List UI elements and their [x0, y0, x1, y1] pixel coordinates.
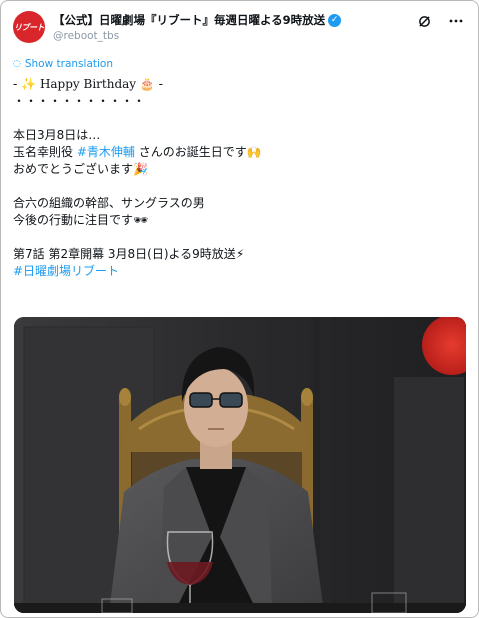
tweet-text: - ✨ Happy Birthday 🎂 - ・・・・・・・・・・・ 本日3月8…	[13, 76, 468, 280]
display-name[interactable]: 【公式】日曜劇場『リブート』毎週日曜よる9時放送	[53, 12, 325, 28]
raising-hands-icon: 🙌	[246, 145, 262, 159]
verified-badge-icon: ✓	[328, 13, 342, 27]
text-line-6: 合六の組織の幹部、サングラスの男	[13, 196, 205, 210]
translate-icon: ◌	[13, 59, 21, 69]
text-line-8: 第7話 第2章開幕 3月8日(日)よる9時放送⚡	[13, 247, 245, 261]
text-line-9: #日曜劇場リブート	[13, 263, 468, 280]
happy-birthday-text: Happy Birthday	[39, 77, 137, 91]
cake-icon: 🎂	[139, 77, 155, 91]
text-line-2: ・・・・・・・・・・・	[13, 94, 146, 108]
grok-icon[interactable]	[416, 13, 432, 29]
user-handle[interactable]: @reboot_tbs	[53, 30, 119, 42]
text-line-3: 本日3月8日は…	[13, 128, 101, 142]
text-line-7: 今後の行動に注目です🕶	[13, 213, 149, 227]
avatar-logo: リブート	[14, 22, 45, 32]
hashtag-aoki-shinsuke[interactable]: #青木伸輔	[77, 145, 135, 159]
text-line-1: - ✨ Happy Birthday 🎂 -	[13, 77, 164, 91]
photo-illustration	[14, 317, 466, 613]
text-line-5: おめでとうございます🎉	[13, 162, 148, 176]
tweet-photo[interactable]	[14, 317, 466, 613]
avatar[interactable]: リブート	[13, 11, 45, 43]
show-translation-link[interactable]: ◌ Show translation	[13, 58, 113, 70]
party-popper-icon: 🎉	[133, 162, 148, 176]
text-line-4: 玉名幸則役 #青木伸輔 さんのお誕生日です🙌	[13, 145, 262, 159]
lightning-icon: ⚡	[235, 247, 245, 261]
show-translation-label: Show translation	[24, 58, 113, 70]
tweet-header: リブート 【公式】日曜劇場『リブート』毎週日曜よる9時放送 ✓ @reboot_…	[13, 11, 468, 47]
sparkle-icon: ✨	[21, 77, 37, 91]
sunglasses-icon: 🕶	[133, 213, 149, 227]
tweet-card: リブート 【公式】日曜劇場『リブート』毎週日曜よる9時放送 ✓ @reboot_…	[0, 0, 479, 618]
more-icon[interactable]	[448, 13, 464, 29]
hashtag-nichiyou-gekijou-reboot[interactable]: #日曜劇場リブート	[13, 264, 119, 278]
author-name-row[interactable]: 【公式】日曜劇場『リブート』毎週日曜よる9時放送 ✓	[53, 12, 342, 28]
header-actions	[416, 13, 464, 29]
